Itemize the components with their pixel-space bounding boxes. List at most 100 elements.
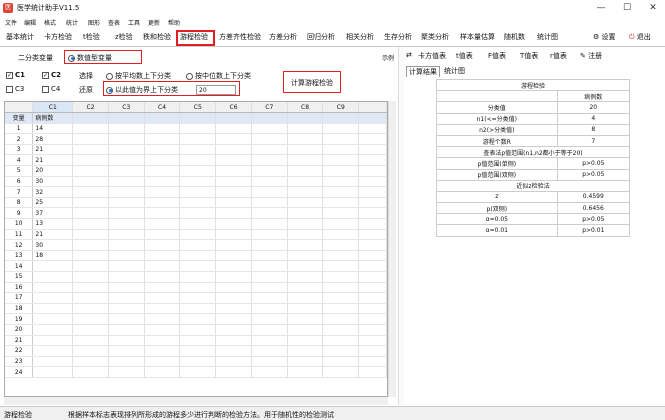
row-header[interactable]: 15 [5,271,34,283]
row-header[interactable]: 5 [5,165,34,177]
cell[interactable] [251,197,288,209]
cell[interactable] [322,176,360,188]
cell[interactable] [108,123,145,135]
cell[interactable] [144,292,181,304]
cell[interactable] [72,133,109,145]
cell[interactable] [179,186,217,198]
tab-homogeneity[interactable]: 方差齐性检验 [219,32,261,42]
radio-median[interactable] [186,72,193,80]
cell[interactable] [358,356,387,368]
cell[interactable] [322,186,360,198]
cell-c1[interactable]: 30 [32,176,74,188]
cell[interactable] [287,260,324,272]
tab-random[interactable]: 随机数 [504,32,525,42]
cell[interactable] [108,260,145,272]
check-c4[interactable]: C4 [42,85,60,93]
cell[interactable] [251,345,288,357]
cell[interactable] [179,144,217,156]
cell[interactable] [287,303,324,315]
cell[interactable] [251,239,288,251]
tab-regression[interactable]: 回归分析 [307,32,335,42]
cell[interactable] [108,292,145,304]
cell[interactable] [179,345,217,357]
cell[interactable] [108,335,145,347]
cell[interactable] [215,271,252,283]
col-header-c8[interactable]: C8 [287,102,324,114]
restore-button[interactable]: 还原 [79,85,93,95]
cell[interactable] [179,218,217,230]
row-header[interactable]: 3 [5,144,34,156]
binary-var-option[interactable]: 二分类变量 [18,53,53,63]
cell[interactable] [322,356,360,368]
cell[interactable] [322,165,360,177]
cell[interactable] [108,144,145,156]
cell[interactable] [358,186,387,198]
cell[interactable] [144,123,181,135]
tab-basic-stats[interactable]: 基本统计 [6,32,34,42]
cell[interactable] [287,313,324,325]
cell-c1[interactable]: 14 [32,123,74,135]
row-header[interactable]: 17 [5,292,34,304]
cell[interactable] [108,133,145,145]
row-header[interactable]: 10 [5,218,34,230]
cell[interactable] [358,250,387,262]
cell[interactable] [144,324,181,336]
cell[interactable] [215,313,252,325]
cell[interactable] [72,335,109,347]
cell-c1[interactable] [32,345,74,357]
tab-cluster[interactable]: 聚类分析 [421,32,449,42]
cell[interactable] [108,324,145,336]
cell[interactable] [72,282,109,294]
cell[interactable] [358,292,387,304]
opt-median[interactable]: 按中位数上下分类 [186,71,251,81]
cell[interactable] [215,229,252,241]
cell[interactable] [251,176,288,188]
cell[interactable] [144,186,181,198]
cell[interactable] [215,207,252,220]
cell[interactable] [72,356,109,368]
cell[interactable] [251,229,288,241]
cell[interactable] [108,229,145,241]
cell[interactable] [251,250,288,262]
cell[interactable] [322,133,360,145]
cell[interactable] [72,313,109,325]
cell[interactable] [108,313,145,325]
cell[interactable] [215,292,252,304]
cell-c1[interactable]: 18 [32,250,74,262]
row-header[interactable]: 6 [5,176,34,188]
minimize-button[interactable]: — [591,2,611,15]
tab-sample-size[interactable]: 样本量估算 [460,32,495,42]
cell-c1[interactable]: 37 [32,207,74,220]
cell[interactable] [287,335,324,347]
cell[interactable] [215,165,252,177]
cell[interactable] [358,229,387,241]
cell[interactable] [251,123,288,135]
cell[interactable] [251,313,288,325]
cell[interactable] [72,324,109,336]
cell[interactable] [215,250,252,262]
cell[interactable] [179,154,217,167]
cell[interactable] [287,123,324,135]
cell[interactable] [72,197,109,209]
tab-anova[interactable]: 方差分析 [269,32,297,42]
checkbox-c4[interactable] [42,85,49,93]
cell[interactable] [251,207,288,220]
cell[interactable] [215,123,252,135]
cell[interactable] [322,239,360,251]
check-c3[interactable]: C3 [6,85,24,93]
cell[interactable] [322,271,360,283]
cell[interactable] [358,154,387,167]
checkbox-c1[interactable]: ✓ [6,71,13,79]
cell[interactable] [251,282,288,294]
cell[interactable] [144,176,181,188]
cell[interactable] [179,250,217,262]
cell[interactable] [108,218,145,230]
cell[interactable] [251,154,288,167]
cell[interactable] [144,218,181,230]
cell[interactable] [72,207,109,220]
opt-mean[interactable]: 按平均数上下分类 [106,71,171,81]
cell[interactable] [179,165,217,177]
cell[interactable] [144,229,181,241]
cell[interactable] [72,345,109,357]
cell[interactable] [72,218,109,230]
